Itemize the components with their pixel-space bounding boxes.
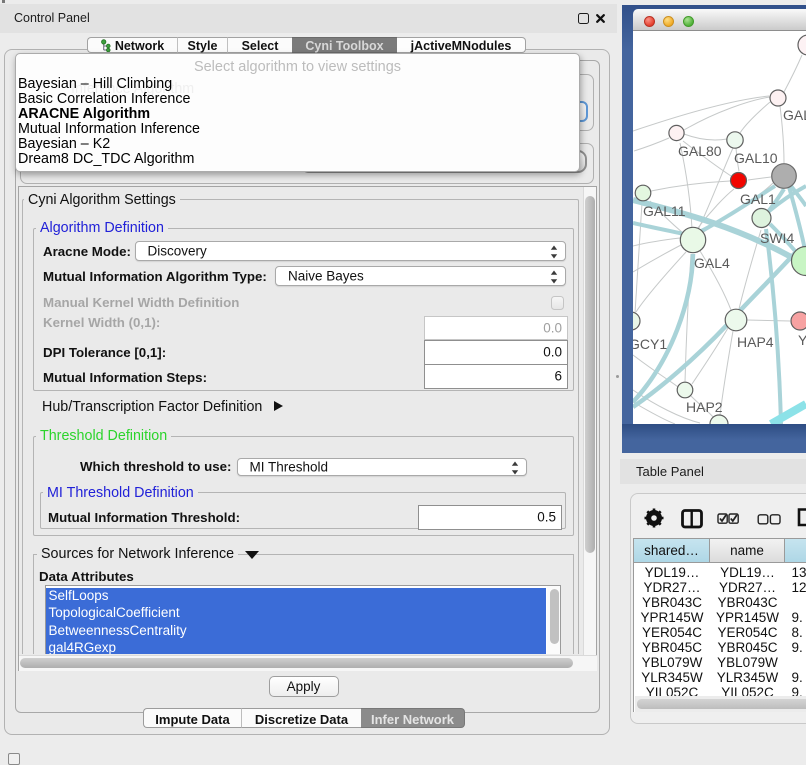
- svg-text:GAL10: GAL10: [734, 150, 778, 166]
- svg-text:GAL11: GAL11: [643, 203, 686, 219]
- svg-text:HAP4: HAP4: [737, 334, 774, 350]
- svg-text:Y: Y: [798, 332, 806, 348]
- svg-text:GAL4: GAL4: [694, 255, 730, 271]
- svg-text:SWI4: SWI4: [760, 230, 794, 246]
- svg-text:HAP2: HAP2: [686, 399, 723, 415]
- svg-text:GCY1: GCY1: [633, 336, 667, 352]
- svg-text:GAL80: GAL80: [678, 143, 722, 159]
- svg-text:GAL1: GAL1: [740, 191, 776, 207]
- svg-text:GAL7: GAL7: [783, 107, 806, 123]
